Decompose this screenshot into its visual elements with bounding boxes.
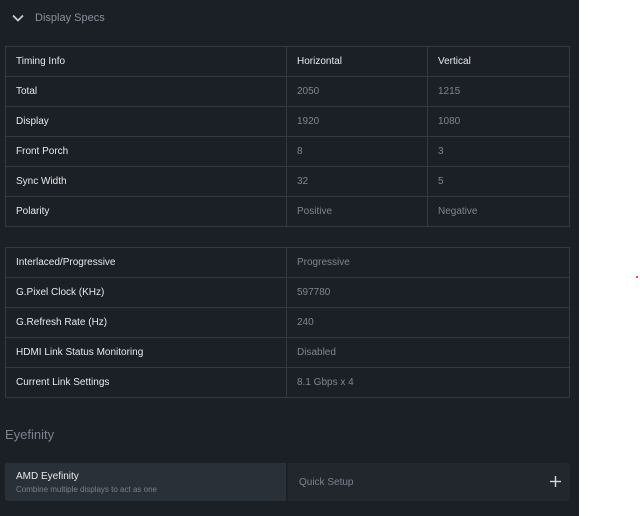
column-header-horizontal: Horizontal: [286, 46, 428, 77]
row-label: Sync Width: [5, 166, 287, 197]
eyefinity-info: AMD Eyefinity Combine multiple displays …: [5, 463, 286, 501]
plus-icon[interactable]: [549, 475, 562, 488]
row-value: Disabled: [286, 337, 570, 368]
table-row: Sync Width 32 5: [5, 166, 570, 197]
table-row: G.Pixel Clock (KHz) 597780: [5, 277, 570, 308]
table-row: Display 1920 1080: [5, 106, 570, 137]
row-value: Progressive: [286, 247, 570, 278]
horizontal-value: 32: [286, 166, 428, 197]
vertical-value: 5: [427, 166, 570, 197]
horizontal-value: 1920: [286, 106, 428, 137]
column-header-vertical: Vertical: [427, 46, 570, 77]
display-specs-header[interactable]: Display Specs: [0, 0, 579, 38]
quick-setup-button[interactable]: Quick Setup: [288, 463, 570, 501]
table-row: Interlaced/Progressive Progressive: [5, 247, 570, 278]
eyefinity-section-title: Eyefinity: [5, 427, 55, 442]
display-settings-panel: Display Specs Timing Info Horizontal Ver…: [0, 0, 579, 516]
row-value: 240: [286, 307, 570, 338]
row-label: Front Porch: [5, 136, 287, 167]
row-value: 8.1 Gbps x 4: [286, 367, 570, 398]
table-row: Front Porch 8 3: [5, 136, 570, 167]
vertical-value: 1080: [427, 106, 570, 137]
eyefinity-description: Combine multiple displays to act as one: [16, 485, 157, 494]
row-label: Display: [5, 106, 287, 137]
horizontal-value: 2050: [286, 76, 428, 107]
row-label: G.Pixel Clock (KHz): [5, 277, 287, 308]
timing-table: Timing Info Horizontal Vertical Total 20…: [5, 46, 570, 227]
eyefinity-name: AMD Eyefinity: [16, 471, 79, 482]
section-title: Display Specs: [35, 12, 105, 24]
red-dot-marker: [636, 276, 638, 278]
table-row: Total 2050 1215: [5, 76, 570, 107]
column-header-timing-info: Timing Info: [5, 46, 287, 77]
table-row: G.Refresh Rate (Hz) 240: [5, 307, 570, 338]
row-label: Total: [5, 76, 287, 107]
eyefinity-row: AMD Eyefinity Combine multiple displays …: [5, 463, 570, 501]
vertical-value: 1215: [427, 76, 570, 107]
horizontal-value: 8: [286, 136, 428, 167]
row-value: 597780: [286, 277, 570, 308]
link-info-table: Interlaced/Progressive Progressive G.Pix…: [5, 247, 570, 398]
row-label: Interlaced/Progressive: [5, 247, 287, 278]
vertical-value: Negative: [427, 196, 570, 227]
row-label: Polarity: [5, 196, 287, 227]
row-label: Current Link Settings: [5, 367, 287, 398]
vertical-value: 3: [427, 136, 570, 167]
horizontal-value: Positive: [286, 196, 428, 227]
table-header-row: Timing Info Horizontal Vertical: [5, 46, 570, 77]
row-label: HDMI Link Status Monitoring: [5, 337, 287, 368]
table-row: HDMI Link Status Monitoring Disabled: [5, 337, 570, 368]
row-label: G.Refresh Rate (Hz): [5, 307, 287, 338]
chevron-down-icon[interactable]: [12, 13, 24, 23]
table-row: Polarity Positive Negative: [5, 196, 570, 227]
quick-setup-label: Quick Setup: [299, 477, 354, 488]
table-row: Current Link Settings 8.1 Gbps x 4: [5, 367, 570, 398]
